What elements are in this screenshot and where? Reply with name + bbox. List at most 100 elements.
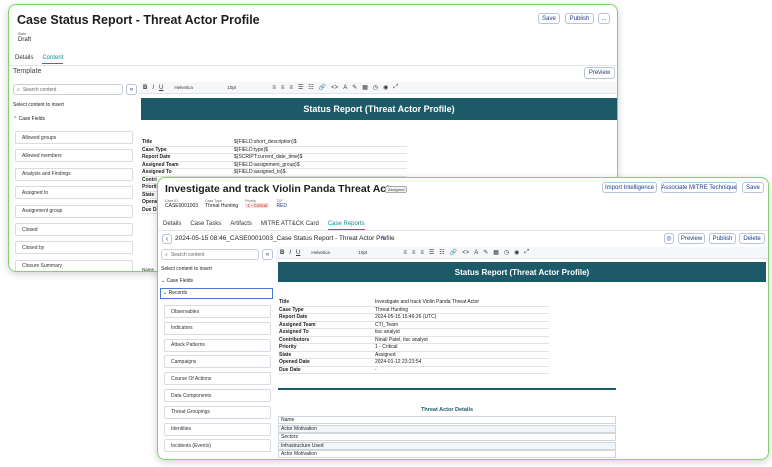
code-icon[interactable]: <> [462, 250, 469, 256]
records-item-threat-groupings[interactable]: Threat Groupings [164, 405, 271, 419]
case-reports-window: Investigate and track Violin Panda Threa… [157, 177, 769, 460]
details-title: Threat Actor Details [420, 407, 474, 413]
case-fields-group[interactable]: ⌃ Case Fields [13, 116, 45, 122]
code-icon[interactable]: <> [331, 85, 338, 91]
share-icon[interactable]: ◎ [664, 233, 674, 244]
align-center-icon[interactable]: ≡ [412, 250, 416, 256]
records-item-indicators[interactable]: Indicators [164, 321, 271, 335]
back-icon[interactable]: ‹ [162, 234, 172, 244]
records-item-campaigns[interactable]: Campaigns [164, 355, 271, 369]
numbered-list-icon[interactable]: ☷ [439, 249, 444, 256]
tab-details[interactable]: Details [15, 55, 33, 64]
collapse-panel-button[interactable]: « [262, 249, 273, 260]
records-item-course-of-actions[interactable]: Course Of Actions [164, 372, 271, 386]
tab-mitre-attack-card[interactable]: MITRE ATT&CK Card [261, 221, 319, 230]
field-value: ${SCRIPT:current_date_time}$ [234, 154, 303, 160]
import-intelligence-button[interactable]: Import Intelligence [602, 182, 657, 193]
tab-artifacts[interactable]: Artifacts [230, 221, 252, 230]
link-icon[interactable]: 🔗 [450, 249, 457, 256]
font-select[interactable]: Helvetica [311, 250, 353, 255]
page-title: Case Status Report - Threat Actor Profil… [17, 13, 260, 27]
history-icon[interactable]: ◷ [504, 249, 509, 256]
italic-icon[interactable]: I [152, 85, 154, 91]
field-key: Priority [279, 344, 297, 350]
content-item-closure-summary[interactable]: Closure Summary [15, 259, 133, 271]
more-options-button[interactable]: ... [598, 13, 610, 24]
text-color-icon[interactable]: A [474, 250, 478, 256]
align-left-icon[interactable]: ≡ [272, 85, 276, 91]
tab-case-reports[interactable]: Case Reports [327, 221, 365, 230]
select-prompt: Select content to insert [13, 102, 64, 108]
delete-button[interactable]: Delete [739, 233, 765, 244]
field-value: Threat Hunting [375, 306, 409, 313]
underline-icon[interactable]: U [296, 250, 300, 256]
records-group[interactable]: ⌄ Records [160, 288, 273, 299]
search-input[interactable]: ⌕ Search content [161, 249, 259, 260]
tab-details[interactable]: Details [163, 221, 181, 230]
detail-row: Actor Motivation [278, 424, 616, 433]
case-fields-group[interactable]: ⌄ Case Fields [161, 278, 193, 284]
text-color-icon[interactable]: A [343, 85, 347, 91]
preview-button[interactable]: Preview [678, 233, 705, 244]
align-right-icon[interactable]: ≡ [289, 85, 293, 91]
preview-eye-icon[interactable]: ◉ [514, 249, 519, 256]
publish-button[interactable]: Publish [709, 233, 736, 244]
content-item-allowed-members[interactable]: Allowed members [15, 149, 133, 163]
field-key: Case Type [279, 306, 304, 313]
font-select[interactable]: Helvetica [174, 85, 222, 90]
bullet-list-icon[interactable]: ☰ [298, 84, 303, 91]
align-left-icon[interactable]: ≡ [403, 250, 407, 256]
search-input[interactable]: ⌕ Search content [13, 84, 123, 95]
records-item-identities[interactable]: Identities [164, 422, 271, 436]
fullscreen-icon[interactable]: ⤢ [524, 249, 529, 256]
bold-icon[interactable]: B [143, 85, 147, 91]
size-select[interactable]: 10pt [358, 250, 398, 255]
field-key: Case Type [142, 146, 167, 153]
records-item-attack-patterns[interactable]: Attack Patterns [164, 338, 271, 352]
meta-priority: Priority 1 - Critical [245, 199, 270, 209]
italic-icon[interactable]: I [289, 250, 291, 256]
underline-icon[interactable]: U [159, 85, 163, 91]
associate-mitre-technique-button[interactable]: Associate MITRE Technique [661, 182, 737, 193]
bullet-list-icon[interactable]: ☰ [429, 249, 434, 256]
preview-button[interactable]: Preview [584, 67, 615, 79]
field-row: State Assigned [279, 352, 549, 359]
content-item-analysis-and-findings[interactable]: Analysis and Findings [15, 167, 133, 181]
numbered-list-icon[interactable]: ☷ [308, 84, 313, 91]
records-item-data-components[interactable]: Data Components [164, 389, 271, 402]
content-item-assigned-to[interactable]: Assigned to [15, 186, 133, 200]
meta-value: Threat Hunting [205, 203, 239, 209]
status-badge: Assigned [385, 186, 408, 193]
align-right-icon[interactable]: ≡ [420, 250, 424, 256]
detail-row: Name [278, 416, 616, 424]
table-icon[interactable]: ▦ [362, 84, 368, 91]
save-button[interactable]: Save [538, 13, 560, 24]
records-item-observables[interactable]: Observables [164, 305, 271, 318]
content-item-closed[interactable]: Closed [15, 223, 133, 236]
link-icon[interactable]: 🔗 [319, 84, 326, 91]
field-row: Due Date - [279, 367, 549, 374]
field-row: Assigned Team ${FIELD:assignment_group}$ [142, 162, 407, 169]
preview-eye-icon[interactable]: ◉ [383, 84, 388, 91]
content-item-closed-by[interactable]: Closed by [15, 241, 133, 255]
collapse-panel-button[interactable]: « [126, 84, 137, 95]
search-icon: ⌕ [165, 251, 168, 258]
tab-bar: Details Case Tasks Artifacts MITRE ATT&C… [163, 221, 365, 230]
highlight-icon[interactable]: ✎ [483, 249, 488, 256]
tab-case-tasks[interactable]: Case Tasks [190, 221, 221, 230]
edit-icon[interactable]: ✎ [381, 235, 386, 242]
size-select[interactable]: 10pt [227, 85, 267, 90]
bold-icon[interactable]: B [280, 250, 284, 256]
history-icon[interactable]: ◷ [373, 84, 378, 91]
report-banner: Status Report (Threat Actor Profile) [278, 262, 766, 282]
save-button[interactable]: Save [742, 182, 764, 193]
publish-button[interactable]: Publish [565, 13, 594, 24]
content-item-assignment-group[interactable]: Assignment group [15, 204, 133, 218]
table-icon[interactable]: ▦ [493, 249, 499, 256]
fullscreen-icon[interactable]: ⤢ [393, 84, 398, 91]
content-item-allowed-groups[interactable]: Allowed groups [15, 131, 133, 144]
records-item-incidents-events[interactable]: Incidents (Events) [164, 439, 271, 453]
highlight-icon[interactable]: ✎ [352, 84, 357, 91]
align-center-icon[interactable]: ≡ [281, 85, 285, 91]
tab-content[interactable]: Content [42, 55, 64, 64]
